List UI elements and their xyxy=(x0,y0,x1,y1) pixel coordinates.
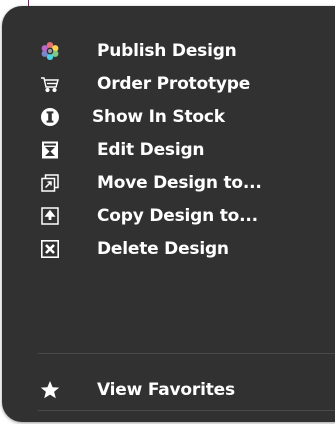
flower-icon xyxy=(40,41,60,61)
info-circle-icon xyxy=(40,107,60,127)
star-icon xyxy=(40,380,60,400)
menu-item-label: Order Prototype xyxy=(97,73,251,94)
menu-item-view-favorites[interactable]: View Favorites xyxy=(2,373,335,406)
menu-item-edit-design[interactable]: Edit Design xyxy=(2,133,335,166)
menu-item-label: Publish Design xyxy=(97,40,237,61)
context-menu: Publish Design Order Prototype Show In S… xyxy=(2,6,335,422)
menu-item-move-design[interactable]: Move Design to... xyxy=(2,166,335,199)
menu-item-copy-design[interactable]: Copy Design to... xyxy=(2,199,335,232)
menu-divider xyxy=(38,353,335,354)
menu-item-label: Delete Design xyxy=(97,238,229,259)
move-icon xyxy=(40,173,60,193)
cart-icon xyxy=(40,74,60,94)
menu-item-label: View Favorites xyxy=(97,379,235,400)
menu-item-order-prototype[interactable]: Order Prototype xyxy=(2,67,335,100)
screen: Publish Design Order Prototype Show In S… xyxy=(0,0,335,424)
menu-item-show-in-stock[interactable]: Show In Stock xyxy=(2,100,335,133)
menu-item-label: Show In Stock xyxy=(92,106,225,127)
menu-favorites-section: View Favorites xyxy=(2,373,335,406)
menu-item-label: Copy Design to... xyxy=(97,205,258,226)
menu-item-publish-design[interactable]: Publish Design xyxy=(2,34,335,67)
menu-items: Publish Design Order Prototype Show In S… xyxy=(2,34,335,265)
edit-stamp-icon xyxy=(40,140,60,160)
menu-item-delete-design[interactable]: Delete Design xyxy=(2,232,335,265)
menu-item-label: Edit Design xyxy=(97,139,205,160)
menu-divider-bottom xyxy=(38,410,335,411)
delete-box-icon xyxy=(40,239,60,259)
menu-item-label: Move Design to... xyxy=(97,172,262,193)
copy-icon xyxy=(40,206,60,226)
